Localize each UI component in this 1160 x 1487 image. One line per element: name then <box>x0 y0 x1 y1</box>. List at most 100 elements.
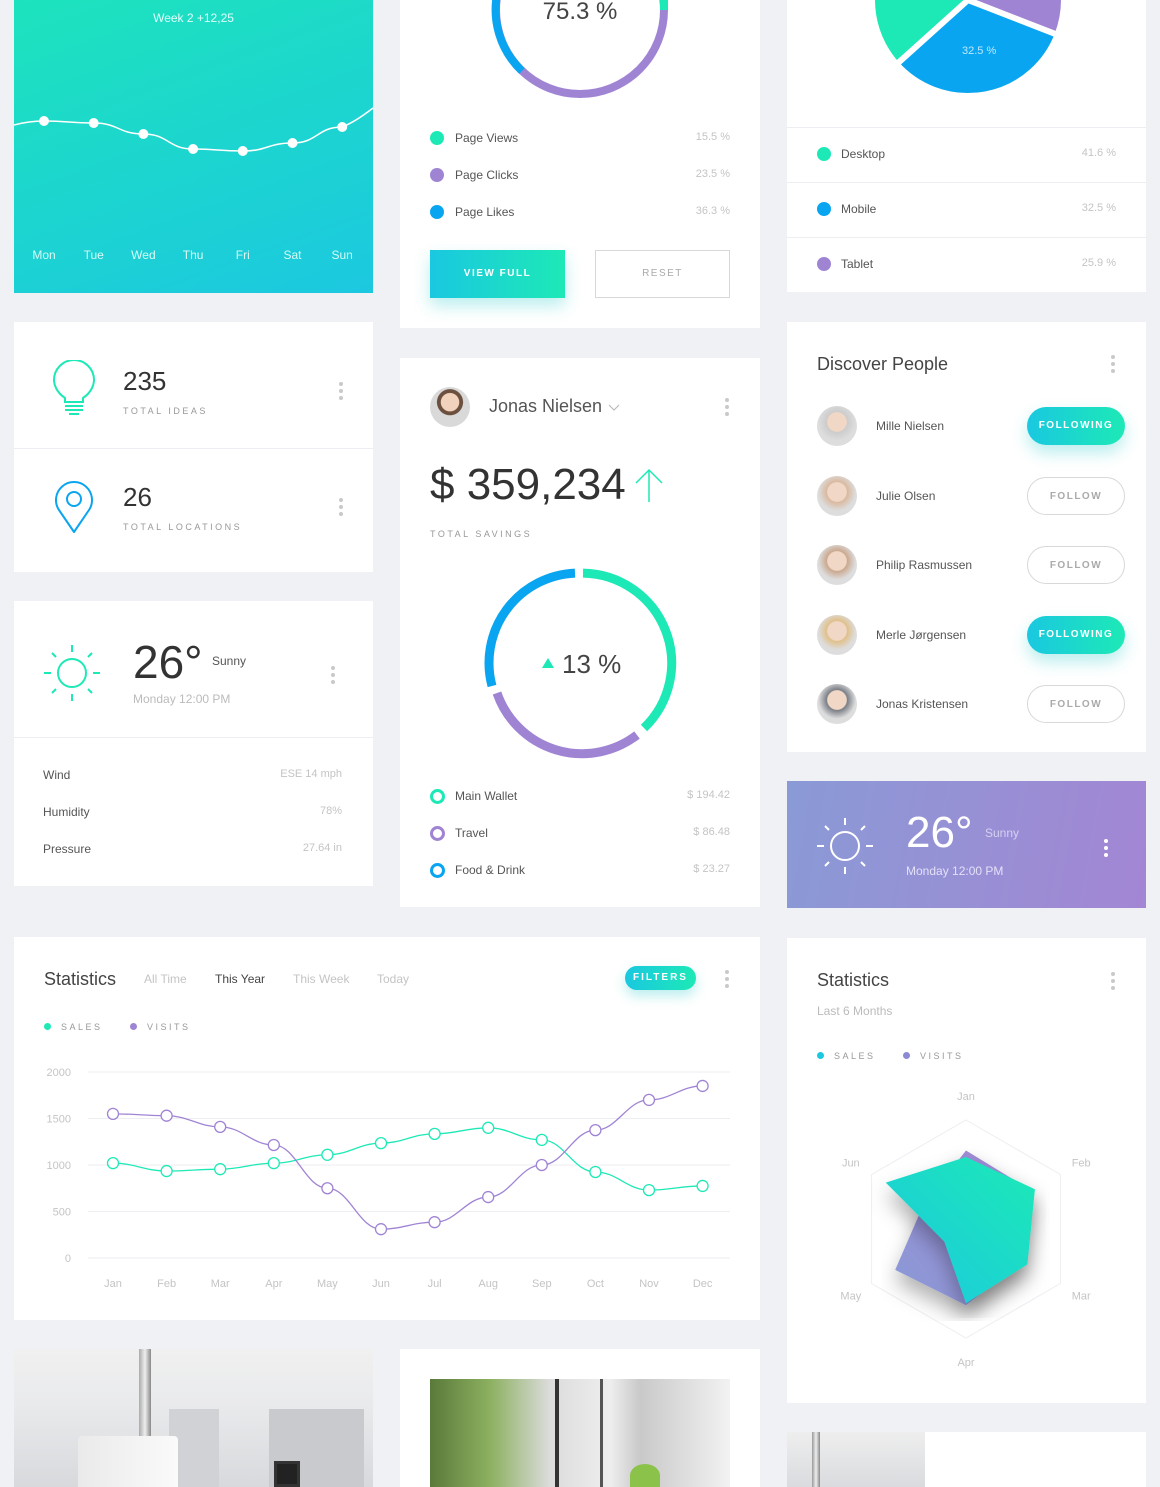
tab-this-week[interactable]: This Week <box>293 972 349 986</box>
chevron-down-icon[interactable] <box>608 404 620 412</box>
data-point-visits[interactable] <box>696 1079 709 1093</box>
data-point-visits[interactable] <box>374 1223 388 1236</box>
data-point-sales[interactable] <box>321 1148 334 1161</box>
ideas-menu-button[interactable] <box>338 382 344 400</box>
weekly-point[interactable] <box>88 118 99 128</box>
legend-visits-dot <box>130 1023 137 1030</box>
donut-center-value: 75.3 % <box>542 0 618 25</box>
people-menu-button[interactable] <box>1110 355 1116 373</box>
legend-sales-dot <box>817 1052 824 1059</box>
locations-menu-button[interactable] <box>338 498 344 516</box>
data-point-visits[interactable] <box>589 1123 602 1137</box>
data-point-sales[interactable] <box>535 1133 548 1147</box>
weather-menu-button[interactable] <box>330 666 336 684</box>
tab-this-year[interactable]: This Year <box>215 972 265 986</box>
data-point-sales[interactable] <box>106 1156 120 1170</box>
weather-menu-button[interactable] <box>1103 839 1109 857</box>
savings-card: Jonas Nielsen $ 359,234 TOTAL SAVINGS 13… <box>400 358 760 907</box>
person-avatar <box>817 614 857 655</box>
data-point-sales[interactable] <box>428 1127 441 1140</box>
radar-axis-label: Apr <box>957 1357 974 1369</box>
x-tick-label: Apr <box>265 1278 282 1290</box>
person-name: Mille Nielsen <box>876 419 945 433</box>
user-avatar <box>430 387 470 427</box>
legend-ring <box>430 789 445 804</box>
data-point-sales[interactable] <box>160 1164 173 1178</box>
data-point-visits[interactable] <box>535 1158 548 1172</box>
weekly-point[interactable] <box>188 144 199 154</box>
locations-label: TOTAL LOCATIONS <box>123 522 243 532</box>
following-button[interactable]: FOLLOWING <box>1027 407 1125 445</box>
person-avatar <box>817 684 857 724</box>
legend-visits-dot <box>903 1052 910 1059</box>
weather-time: Monday 12:00 PM <box>906 864 1004 878</box>
day-label: Mon <box>32 248 56 262</box>
radar-axis-label: May <box>840 1291 861 1303</box>
x-tick-label: Mar <box>211 1278 230 1290</box>
device-value: 41.6 % <box>1081 147 1116 159</box>
data-point-visits[interactable] <box>428 1216 441 1229</box>
statistics-menu-button[interactable] <box>724 970 730 988</box>
filters-button[interactable]: FILTERS <box>625 966 696 990</box>
weekly-point[interactable] <box>39 116 49 126</box>
data-point-visits[interactable] <box>106 1107 120 1120</box>
data-point-sales[interactable] <box>589 1165 602 1179</box>
x-tick-label: Nov <box>639 1278 659 1290</box>
follow-button[interactable]: FOLLOW <box>1027 685 1125 723</box>
device-card: 32.5 % Desktop 41.6 % Mobile 32.5 % Tablet 25… <box>787 0 1146 292</box>
tab-today[interactable]: Today <box>377 972 409 986</box>
data-point-sales[interactable] <box>214 1163 227 1176</box>
day-label: Wed <box>131 248 156 262</box>
user-name[interactable]: Jonas Nielsen <box>489 396 602 417</box>
filters-label: FILTERS <box>633 972 688 983</box>
balance-card <box>787 1432 1146 1487</box>
data-point-sales[interactable] <box>482 1121 495 1134</box>
weekly-point[interactable] <box>237 146 248 156</box>
weekly-point[interactable] <box>287 138 298 148</box>
reset-label: RESET <box>642 268 683 279</box>
weather-detail-value: 78% <box>319 805 342 817</box>
data-point-sales[interactable] <box>267 1156 280 1170</box>
reset-button[interactable]: RESET <box>595 250 730 298</box>
x-tick-label: May <box>317 1278 338 1290</box>
data-point-visits[interactable] <box>160 1109 173 1122</box>
following-button[interactable]: FOLLOWING <box>1027 615 1125 654</box>
data-point-sales[interactable] <box>642 1183 656 1197</box>
data-point-visits[interactable] <box>642 1093 656 1107</box>
follow-button[interactable]: FOLLOW <box>1027 546 1125 584</box>
tab-all-time[interactable]: All Time <box>144 972 187 986</box>
legend-dot <box>817 147 831 161</box>
weekly-point[interactable] <box>138 129 149 139</box>
person-name: Philip Rasmussen <box>876 558 973 572</box>
day-label: Sat <box>283 248 302 262</box>
legend-dot <box>430 205 444 219</box>
radar-menu-button[interactable] <box>1110 972 1116 990</box>
data-point-visits[interactable] <box>214 1120 227 1134</box>
radar-axis-label: Jun <box>842 1158 860 1170</box>
person-avatar <box>817 475 857 516</box>
radar-title: Statistics <box>817 970 890 990</box>
data-point-sales[interactable] <box>696 1179 709 1193</box>
data-point-visits[interactable] <box>321 1182 334 1195</box>
data-point-visits[interactable] <box>267 1138 280 1152</box>
x-tick-label: Aug <box>478 1278 498 1290</box>
person-avatar <box>817 406 857 446</box>
savings-menu-button[interactable] <box>724 398 730 416</box>
legend-value: 36.3 % <box>695 205 730 217</box>
weather-detail-value: 27.64 in <box>302 842 342 854</box>
weather-temp: 26° <box>133 636 203 688</box>
view-full-button[interactable]: VIEW FULL <box>430 250 565 298</box>
savings-item-value: $ 86.48 <box>693 826 730 838</box>
divider <box>787 127 1146 128</box>
view-full-label: VIEW FULL <box>463 268 532 279</box>
weekly-point[interactable] <box>337 122 348 132</box>
day-label: Thu <box>182 248 204 262</box>
x-tick-label: Feb <box>157 1278 176 1290</box>
follow-button[interactable]: FOLLOW <box>1027 476 1125 515</box>
legend-value: 15.5 % <box>695 131 730 143</box>
weather-time: Monday 12:00 PM <box>133 692 231 706</box>
data-point-visits[interactable] <box>482 1190 495 1204</box>
balance-photo <box>787 1432 925 1487</box>
radar-chart: Jan Feb Mar Apr May Jun <box>840 1091 1091 1369</box>
data-point-sales[interactable] <box>374 1136 388 1150</box>
